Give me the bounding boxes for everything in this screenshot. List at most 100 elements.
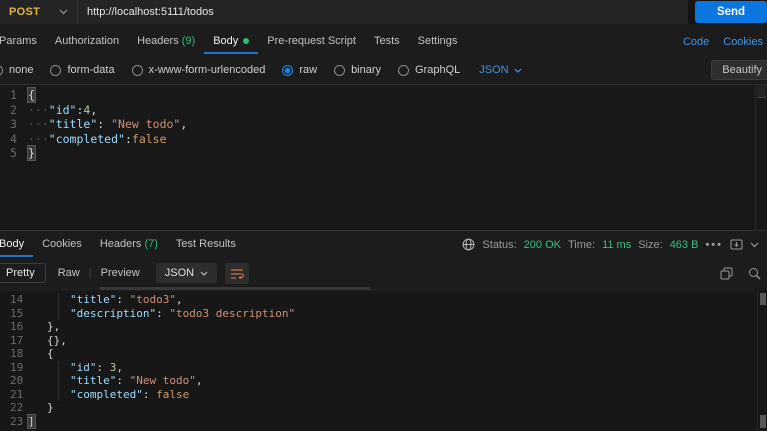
- url-input[interactable]: http://localhost:5111/todos: [78, 0, 688, 24]
- method-label: POST: [9, 6, 41, 18]
- send-button[interactable]: Send: [695, 1, 767, 23]
- radio-binary[interactable]: binary: [334, 64, 381, 76]
- code-link[interactable]: Code: [683, 36, 709, 48]
- response-code: 14 "title": "todo3", 15 "description": "to…: [0, 287, 767, 429]
- url-text: http://localhost:5111/todos: [87, 6, 214, 18]
- request-tab-links: Code Cookies: [683, 36, 767, 48]
- tab-headers[interactable]: Headers (9): [128, 29, 204, 54]
- code-line: 18{: [0, 347, 767, 361]
- tab-body[interactable]: Body: [204, 29, 259, 54]
- line-number: 20: [10, 374, 24, 387]
- cookies-link[interactable]: Cookies: [723, 36, 763, 48]
- body-modified-dot: [243, 38, 250, 45]
- scrollbar-thumb[interactable]: [100, 287, 370, 290]
- code-line: 21 "completed": false: [0, 387, 767, 401]
- radio-raw[interactable]: raw: [282, 64, 317, 76]
- tab-response-headers[interactable]: Headers (7): [91, 232, 167, 257]
- tab-pre-request-script[interactable]: Pre-request Script: [258, 29, 365, 54]
- response-status-bar: Status: 200 OK Time: 11 ms Size: 463 B •…: [462, 238, 767, 251]
- response-format-dropdown[interactable]: JSON: [155, 263, 218, 283]
- time-label: Time:: [567, 238, 596, 251]
- radio-circle-icon: [398, 64, 410, 76]
- size-value: 463 B: [669, 238, 699, 251]
- response-toolbar-actions: [720, 267, 767, 280]
- line-number: 22: [10, 401, 24, 414]
- tab-authorization[interactable]: Authorization: [46, 29, 128, 54]
- body-type-options: none form-data x-www-form-urlencoded raw…: [0, 58, 767, 82]
- code-line: 17 {},: [0, 334, 767, 348]
- radio-circle-icon: [50, 64, 62, 76]
- tab-params[interactable]: Params: [0, 29, 46, 54]
- line-number: 14: [10, 293, 24, 306]
- code-line: 19 "id": 3,: [0, 360, 767, 374]
- line-number: 2: [10, 102, 17, 117]
- search-icon[interactable]: [748, 267, 761, 280]
- chevron-down-icon: [200, 271, 208, 276]
- line-number: 17: [10, 333, 24, 347]
- wrap-text-button[interactable]: [225, 262, 250, 284]
- globe-icon: [462, 238, 475, 251]
- request-code: 1{ 2 ···"id":4, 3 ···"title": "New todo", …: [0, 85, 767, 162]
- chevron-down-icon[interactable]: [750, 242, 759, 248]
- tab-settings[interactable]: Settings: [409, 29, 467, 54]
- response-scrollbar[interactable]: [757, 287, 767, 431]
- tab-test-results[interactable]: Test Results: [167, 232, 245, 257]
- tab-response-body[interactable]: Body: [0, 232, 34, 257]
- line-number: 23: [10, 414, 24, 428]
- scrollbar-thumb[interactable]: [757, 85, 766, 98]
- response-headers-count-badge: (7): [144, 238, 158, 250]
- scrollbar-thumb[interactable]: [760, 293, 766, 305]
- method-select[interactable]: POST: [0, 0, 78, 24]
- code-line: 5}: [0, 145, 767, 162]
- code-line: 4 ···"completed":false: [0, 132, 767, 147]
- code-line: 2 ···"id":4,: [0, 103, 767, 118]
- line-number: 21: [10, 387, 24, 401]
- radio-x-www-form-urlencoded[interactable]: x-www-form-urlencoded: [131, 64, 265, 76]
- time-value: 11 ms: [602, 238, 632, 251]
- code-line: 14 "title": "todo3",: [0, 293, 767, 307]
- radio-selected-icon: [282, 64, 294, 76]
- line-number: 15: [10, 306, 24, 320]
- line-number: 16: [10, 320, 24, 333]
- radio-form-data[interactable]: form-data: [50, 64, 115, 76]
- tab-tests[interactable]: Tests: [365, 29, 409, 54]
- code-line: 1{: [0, 87, 767, 103]
- preview-view-button[interactable]: Preview: [101, 267, 140, 279]
- scrollbar-thumb[interactable]: [760, 415, 766, 428]
- request-tabs: Params Authorization Headers (9) Body Pr…: [0, 29, 767, 54]
- more-options-icon[interactable]: •••: [705, 239, 723, 251]
- raw-view-button[interactable]: Raw: [58, 267, 80, 279]
- indent-guide: [58, 387, 59, 401]
- response-tabs: Body Cookies Headers (7) Test Results St…: [0, 232, 767, 257]
- copy-icon[interactable]: [720, 267, 733, 280]
- status-value: 200 OK: [523, 238, 561, 251]
- indent-guide: [58, 306, 59, 320]
- code-line: 20 "title": "New todo",: [0, 374, 767, 388]
- radio-graphql[interactable]: GraphQL: [398, 64, 460, 76]
- radio-circle-icon: [334, 64, 346, 76]
- response-body-viewer[interactable]: 14 "title": "todo3", 15 "description": "to…: [0, 287, 767, 431]
- indent-guide: [58, 374, 59, 388]
- pretty-view-button[interactable]: Pretty: [0, 263, 46, 283]
- code-line: 23]: [0, 413, 767, 429]
- radio-none[interactable]: none: [0, 64, 33, 76]
- line-number: 5: [10, 146, 17, 161]
- line-number: 3: [10, 117, 17, 132]
- response-view-toolbar: Pretty Raw | Preview JSON: [0, 259, 767, 287]
- status-label: Status:: [482, 238, 517, 251]
- save-response-icon[interactable]: [730, 239, 743, 250]
- horizontal-scrollbar[interactable]: [0, 287, 755, 291]
- request-editor-scrollbar[interactable]: [755, 85, 767, 230]
- content-type-dropdown[interactable]: JSON: [479, 64, 522, 76]
- code-line: 22}: [0, 401, 767, 415]
- headers-count-badge: (9): [181, 35, 196, 47]
- beautify-button[interactable]: Beautify: [711, 60, 767, 80]
- wrap-text-icon: [230, 268, 244, 279]
- line-number: 18: [10, 347, 24, 360]
- line-number: 1: [10, 88, 17, 102]
- tab-response-cookies[interactable]: Cookies: [33, 232, 91, 257]
- code-line: 15 "description": "todo3 description": [0, 306, 767, 320]
- chevron-down-icon: [59, 9, 68, 15]
- request-body-editor[interactable]: 1{ 2 ···"id":4, 3 ···"title": "New todo", …: [0, 84, 767, 231]
- line-number: 4: [10, 131, 17, 146]
